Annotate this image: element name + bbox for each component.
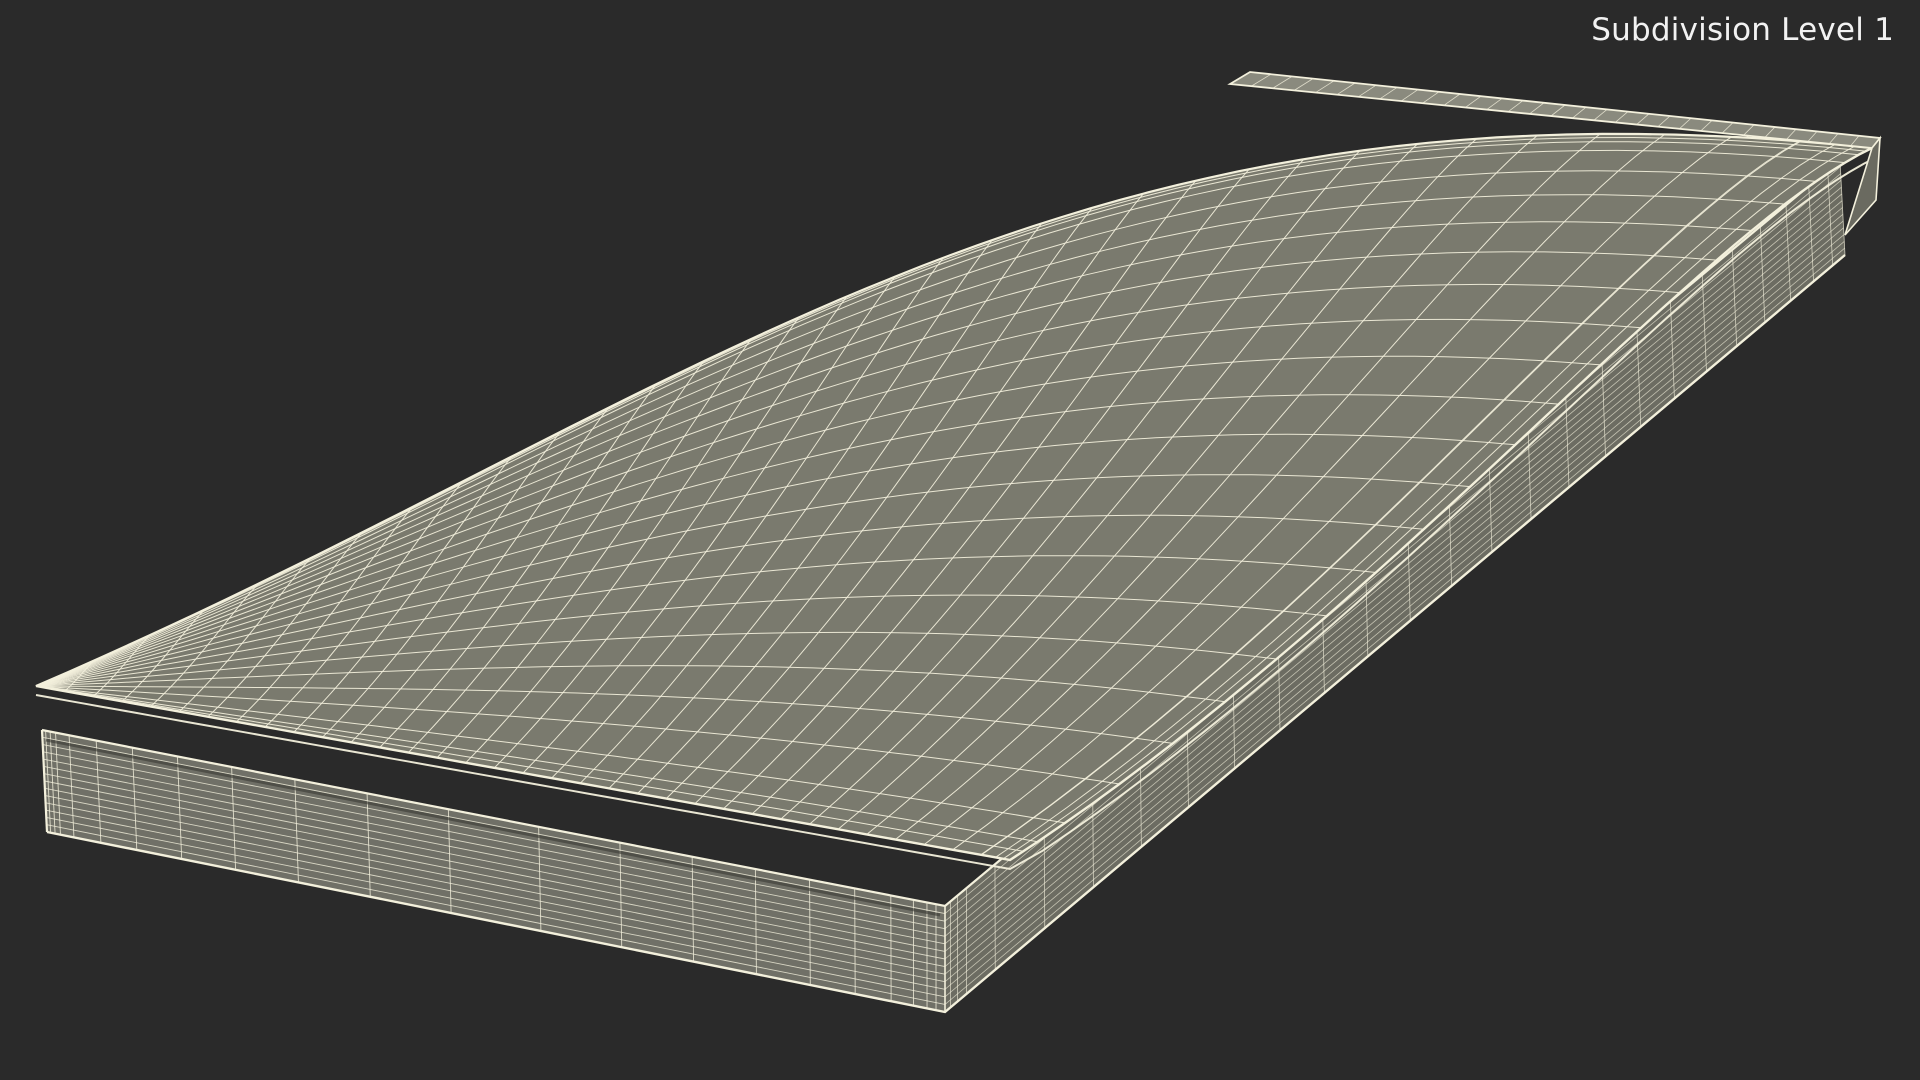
wireframe-model bbox=[35, 71, 1882, 1014]
base-front-col-line bbox=[854, 888, 856, 995]
subdivision-level-label: Subdivision Level 1 bbox=[1591, 12, 1894, 48]
base-side-col-line bbox=[1043, 823, 1046, 929]
viewport[interactable]: Subdivision Level 1 bbox=[0, 0, 1920, 1080]
mattress-top-sheet bbox=[35, 71, 1882, 871]
top-sheet-surface bbox=[36, 133, 1872, 860]
